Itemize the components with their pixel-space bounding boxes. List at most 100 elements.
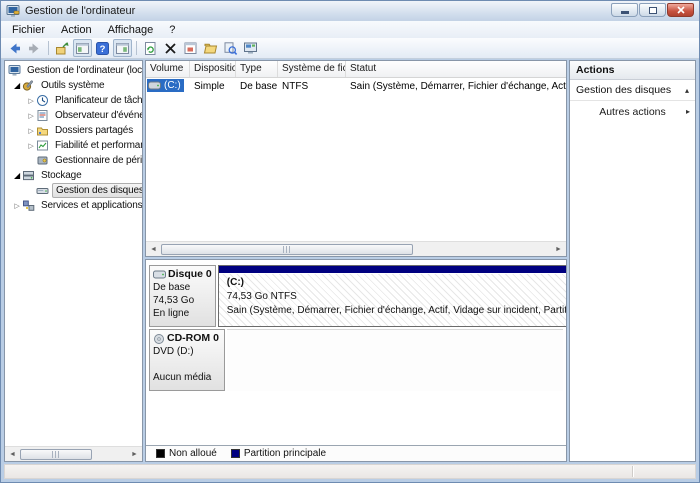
volume-list-horizontal-scrollbar[interactable]: ◄ ► <box>146 241 566 256</box>
open-folder-icon[interactable] <box>201 39 220 57</box>
show-action-pane-icon[interactable] <box>113 39 132 57</box>
scrollbar-thumb[interactable] <box>161 243 413 255</box>
toolbar: ? <box>1 38 699 59</box>
column-header-file-system[interactable]: Système de fichiers <box>278 61 346 77</box>
svg-text:?: ? <box>100 44 106 55</box>
menu-action[interactable]: Action <box>53 23 100 37</box>
disk-management-pane: Volume Disposition Type Système de fichi… <box>145 60 567 462</box>
actions-item-autres-actions[interactable]: Autres actions ▸ <box>570 101 695 122</box>
column-header-statut[interactable]: Statut <box>346 61 566 77</box>
volume-row-c[interactable]: (C:) Simple De base NTFS Sain (Système, … <box>146 78 566 94</box>
collapsed-arrow-icon[interactable]: ▷ <box>26 97 36 105</box>
tree-item-gestion-des-disques[interactable]: Gestion des disques <box>5 183 142 198</box>
delete-icon[interactable] <box>161 39 180 57</box>
help-icon[interactable]: ? <box>93 39 112 57</box>
cdrom-media-region[interactable] <box>227 329 563 391</box>
type-cell: De base <box>240 80 278 92</box>
minimize-icon <box>620 11 629 14</box>
titlebar[interactable]: Gestion de l'ordinateur <box>1 1 699 21</box>
menu-affichage[interactable]: Affichage <box>100 23 162 37</box>
display-icon[interactable] <box>221 39 240 57</box>
unallocated-swatch <box>156 449 165 458</box>
collapsed-arrow-icon[interactable]: ▷ <box>26 112 36 120</box>
expanded-arrow-icon[interactable]: ◢ <box>12 81 22 90</box>
expanded-arrow-icon[interactable]: ◢ <box>12 171 22 180</box>
tree-item-label: Fiabilité et performances <box>55 140 142 151</box>
partition-status: Sain (Système, Démarrer, Fichier d'échan… <box>226 305 566 316</box>
drive-icon <box>148 81 161 90</box>
task-scheduler-icon <box>37 95 48 106</box>
maximize-icon <box>648 6 657 14</box>
cdrom-status: Aucun média <box>153 372 212 383</box>
scrollbar-grip-icon <box>282 245 292 253</box>
collapsed-arrow-icon[interactable]: ▷ <box>12 202 22 210</box>
cdrom-type: DVD (D:) <box>153 346 194 357</box>
scrollbar-grip-icon <box>51 450 61 458</box>
tree-item-label: Dossiers partagés <box>55 125 134 136</box>
toolbar-separator <box>136 41 137 55</box>
scrollbar-thumb[interactable] <box>20 448 92 460</box>
column-header-disposition[interactable]: Disposition <box>190 61 236 77</box>
tree-item-services-applications[interactable]: ▷ Services et applications <box>5 198 142 213</box>
tree-horizontal-scrollbar[interactable]: ◄ ► <box>5 446 142 461</box>
cdrom-0-row: CD-ROM 0 DVD (D:) Aucun média <box>149 329 563 391</box>
disk-icon <box>153 270 166 279</box>
partition-c[interactable]: (C:) 74,53 Go NTFS Sain (Système, Démarr… <box>217 265 566 327</box>
actions-group-gestion-des-disques[interactable]: Gestion des disques ▴ <box>570 80 695 101</box>
tree-item-label: Outils système <box>41 80 105 91</box>
actions-group-label: Gestion des disques <box>576 84 672 96</box>
submenu-arrow-icon: ▸ <box>685 107 690 116</box>
collapsed-arrow-icon[interactable]: ▷ <box>26 127 36 135</box>
tree-item-stockage[interactable]: ◢ Stockage <box>5 168 142 183</box>
refresh-icon[interactable] <box>141 39 160 57</box>
menu-fichier[interactable]: Fichier <box>4 23 53 37</box>
tree-item-label: Planificateur de tâches <box>55 95 142 106</box>
column-header-volume[interactable]: Volume <box>146 61 190 77</box>
export-list-icon[interactable] <box>53 39 72 57</box>
minimize-button[interactable] <box>611 3 638 17</box>
close-button[interactable] <box>667 3 694 17</box>
main-content: Gestion de l'ordinateur (local) ◢ Outils… <box>4 60 696 462</box>
tree-item-observateur[interactable]: ▷ Observateur d'événements <box>5 108 142 123</box>
column-header-type[interactable]: Type <box>236 61 278 77</box>
close-icon <box>676 6 685 14</box>
disk-0-header[interactable]: Disque 0 De base 74,53 Go En ligne <box>149 265 216 327</box>
tree-item-dossiers-partages[interactable]: ▷ Dossiers partagés <box>5 123 142 138</box>
show-console-tree-icon[interactable] <box>73 39 92 57</box>
scroll-left-icon[interactable]: ◄ <box>5 448 20 461</box>
computer-icon <box>8 65 21 76</box>
partition-details: (C:) 74,53 Go NTFS Sain (Système, Démarr… <box>218 274 566 326</box>
tree-item-label: Gestion des disques <box>52 183 142 198</box>
tree-item-fiabilite-performances[interactable]: ▷ Fiabilité et performances <box>5 138 142 153</box>
collapse-arrow-icon[interactable]: ▴ <box>685 86 689 95</box>
volume-list-header: Volume Disposition Type Système de fichi… <box>146 61 566 78</box>
actions-item-label: Autres actions <box>599 105 666 118</box>
tree-item-planificateur[interactable]: ▷ Planificateur de tâches <box>5 93 142 108</box>
disk-management-icon <box>36 188 49 194</box>
menu-help[interactable]: ? <box>161 23 183 37</box>
computer-management-icon <box>6 5 20 17</box>
properties-icon[interactable] <box>181 39 200 57</box>
tree-item-label: Observateur d'événements <box>55 110 142 121</box>
volume-cell[interactable]: (C:) <box>146 79 190 93</box>
tree-item-gestionnaire-peripheriques[interactable]: Gestionnaire de périphériques <box>5 153 142 168</box>
cdrom-0-header[interactable]: CD-ROM 0 DVD (D:) Aucun média <box>149 329 225 391</box>
forward-icon[interactable] <box>25 39 44 57</box>
tree-item-outils-systeme[interactable]: ◢ Outils système <box>5 78 142 93</box>
selected-volume[interactable]: (C:) <box>147 79 184 92</box>
collapsed-arrow-icon[interactable]: ▷ <box>26 142 36 150</box>
scroll-left-icon[interactable]: ◄ <box>146 243 161 256</box>
disk-status: En ligne <box>153 308 190 319</box>
disk-0-row: Disque 0 De base 74,53 Go En ligne (C:) … <box>149 265 566 327</box>
partition-color-band <box>218 266 566 274</box>
back-icon[interactable] <box>5 39 24 57</box>
settings-icon[interactable] <box>241 39 260 57</box>
tree-item-label: Gestionnaire de périphériques <box>55 155 142 166</box>
services-icon <box>23 200 35 211</box>
status-bar <box>4 464 696 479</box>
tree-item-computer-management[interactable]: Gestion de l'ordinateur (local) <box>5 63 142 78</box>
scroll-right-icon[interactable]: ► <box>127 448 142 461</box>
scroll-right-icon[interactable]: ► <box>551 243 566 256</box>
maximize-button[interactable] <box>639 3 666 17</box>
menu-bar: Fichier Action Affichage ? <box>1 21 699 38</box>
